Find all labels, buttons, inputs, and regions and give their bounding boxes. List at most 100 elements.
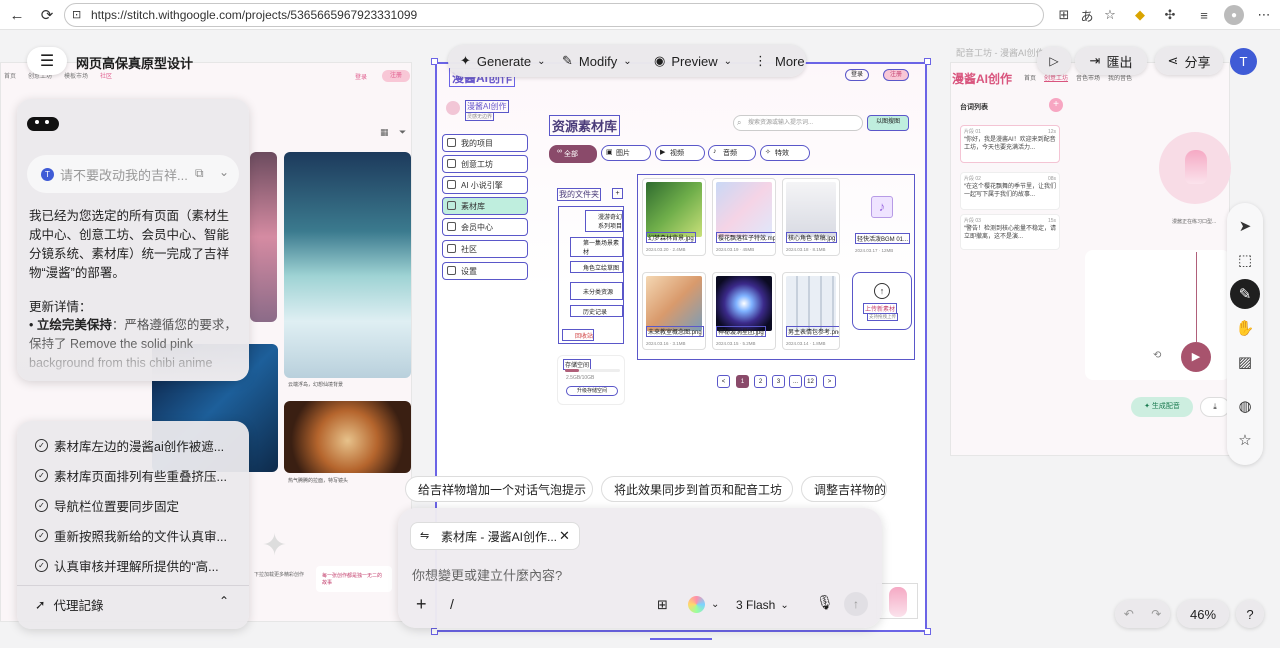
back-icon[interactable]: ← [6,4,28,26]
generate-button[interactable]: ✦ Generate ⌄ [460,53,546,69]
agent-log-toggle[interactable]: ➚ 代理記錄 ⌃ [35,594,235,614]
address-bar[interactable]: ⊡ https://stitch.withgoogle.com/projects… [64,3,1044,27]
filter-effects[interactable]: ✧ 特效 [760,145,810,161]
context-chip[interactable]: ⇋ 素材库 - 漫酱AI创作... ✕ [410,522,580,550]
preview-button[interactable]: ◉ Preview ⌄ [654,53,732,69]
page-3[interactable]: 3 [772,375,785,388]
asset-card[interactable]: 神秘漩涡星团.jpg 2024.03.15 · 5.2MB [712,272,776,350]
folder-item[interactable]: 未分类资源 [570,282,623,300]
add-screen-icon[interactable]: ⊞ [657,597,668,613]
image-insert-icon[interactable]: ▨ [1230,347,1260,377]
line-tag: 片段 02 [964,176,981,182]
suggestion-chip[interactable]: 调整吉祥物的大小 [801,476,887,502]
translate-icon[interactable]: あ [1077,5,1097,25]
asset-card[interactable]: 核心角色 草稿.jpg 2024.03.18 · 8.1MB [782,178,840,256]
page-prev[interactable]: < [717,375,730,388]
asset-card[interactable]: 未来教室概念图.png 2024.03.16 · 3.1MB [642,272,706,350]
task-item[interactable]: ✓ 素材库页面排列有些重叠挤压... [17,460,249,490]
select-cursor-icon[interactable]: ➤ [1230,211,1260,241]
add-icon[interactable]: + [416,594,427,615]
suggestion-chip[interactable]: 将此效果同步到首页和配音工坊2 [601,476,793,502]
send-icon[interactable]: ↑ [844,592,868,616]
frame-nav-workshop[interactable]: 创意工坊 [442,155,528,173]
suggestion-chip[interactable]: 给吉祥物增加一个对话气泡提示1 [405,476,593,502]
frame-nav-settings[interactable]: 设置 [442,262,528,280]
slash-command-button[interactable]: / [450,596,454,612]
redo-icon[interactable]: ↷ [1151,607,1161,621]
resize-handle-br[interactable] [924,628,931,635]
extension-icon[interactable]: ◆ [1130,5,1150,25]
chevron-down-icon[interactable]: ⌄ [219,165,229,179]
user-avatar[interactable]: T [1230,48,1257,75]
context-input[interactable]: T 请不要改动我的吉祥... ⧉ ⌄ [27,155,239,193]
prompt-input[interactable]: 你想變更或建立什麼內容? [412,565,562,584]
copy-icon[interactable]: ⧉ [195,166,204,181]
puzzle-extensions-icon[interactable]: ✣ [1160,5,1180,25]
export-button[interactable]: ⇥ 匯出 [1075,47,1147,75]
close-icon[interactable]: ✕ [559,528,570,544]
folder-item[interactable]: 回收站 [562,329,594,341]
apps-grid-icon[interactable]: ⊞ [1054,5,1074,25]
help-icon[interactable]: ? [1236,600,1264,628]
folder-item[interactable]: 第一集场景素材 [570,237,623,257]
asset-meta: 2024.03.17 · 12MB [855,248,894,253]
asset-card[interactable]: 男主表情包参考.png 2024.03.14 · 1.8MB [782,272,840,350]
upload-card[interactable]: ↑ 上传新素材 支持拖拽上传 [852,272,912,330]
resize-handle-tr[interactable] [924,58,931,65]
zoom-level[interactable]: 46% [1177,600,1229,628]
folder-item[interactable]: 漫游奇幻系列项目 [585,210,623,232]
asset-card[interactable]: 幻梦森林背景.jpg 2024.03.20 · 2.4MB [642,178,706,256]
frame-image-search-btn[interactable]: 以图搜图 [867,115,909,131]
filter-audio[interactable]: ♪ 音频 [708,145,756,161]
frame-nav-library[interactable]: 素材库 [442,197,528,215]
undo-icon[interactable]: ↶ [1124,607,1134,621]
page-next[interactable]: > [823,375,836,388]
browser-menu-icon[interactable]: ⋯ [1254,5,1274,25]
frame-nav-projects[interactable]: 我的项目 [442,134,528,152]
hand-pan-icon[interactable]: ✋ [1230,313,1260,343]
palette-icon[interactable]: ◍ [1230,391,1260,421]
bg-right-crumb: 配音工坊 - 漫酱AI创作 [956,48,1045,58]
profile-avatar-icon[interactable]: ● [1224,5,1244,25]
page-12[interactable]: 12 [804,375,817,388]
page-1[interactable]: 1 [736,375,749,388]
filter-video[interactable]: ▶ 视频 [655,145,705,161]
asset-card[interactable]: 樱花飘落粒子特效.mp4 2024.03.19 · 45MB [712,178,776,256]
reload-icon[interactable]: ⟳ [36,4,58,26]
frame-nav-novel-engine[interactable]: AI 小说引擎 [442,176,528,194]
favorites-list-icon[interactable]: ≡ [1194,5,1214,25]
star-icon[interactable]: ☆ [1230,425,1260,455]
frame-nav-community[interactable]: 社区 [442,240,528,258]
filter-all[interactable]: ∞ 全部 [549,145,597,163]
filter-images[interactable]: ▣ 图片 [601,145,651,161]
site-info-icon[interactable]: ⊡ [72,8,81,21]
draw-pen-icon[interactable]: ✎ [1230,279,1260,309]
frame-nav-membership[interactable]: 会员中心 [442,218,528,236]
model-selector[interactable]: 3 Flash ⌄ [736,594,800,616]
folder-item[interactable]: 历史记录 [570,305,623,317]
voice-input-icon[interactable]: 🎙 [816,594,834,611]
menu-button[interactable]: ☰ [27,47,67,75]
task-item[interactable]: ✓ 认真审核并理解所提供的“高... [17,550,249,580]
task-item[interactable]: ✓ 导航栏位置要同步固定 [17,490,249,520]
task-item[interactable]: ✓ 素材库左边的漫酱ai创作被遮... [17,430,249,460]
more-button[interactable]: ⋮ More [754,53,805,69]
frame-search[interactable]: ⌕ 搜索资源或输入提示词... [733,115,863,131]
asset-card[interactable]: ♪ 轻快活泼BGM 01... 2024.03.17 · 12MB [852,178,910,256]
project-title[interactable]: 网页高保真原型设计 [76,53,193,72]
check-circle-icon: ✓ [35,468,48,482]
favorite-star-icon[interactable]: ☆ [1100,5,1120,25]
share-button[interactable]: ⋖ 分享 [1155,47,1223,75]
nav-label: 创意工坊 [461,159,493,169]
theme-selector[interactable]: ⌄ [688,594,726,614]
page-2[interactable]: 2 [754,375,767,388]
folder-item[interactable]: 角色立绘草图 [570,261,623,273]
modify-button[interactable]: ✎ Modify ⌄ [562,53,632,69]
marquee-select-icon[interactable]: ⬚ [1230,245,1260,275]
crown-icon [447,222,456,231]
task-item[interactable]: ✓ 重新按照我新给的文件认真审... [17,520,249,550]
play-preview-button[interactable]: ▷ [1037,47,1071,75]
bg-login: 登录 [355,75,368,81]
asset-image [786,276,836,331]
storage-upgrade-btn[interactable]: 升级存储空间 [566,386,618,396]
